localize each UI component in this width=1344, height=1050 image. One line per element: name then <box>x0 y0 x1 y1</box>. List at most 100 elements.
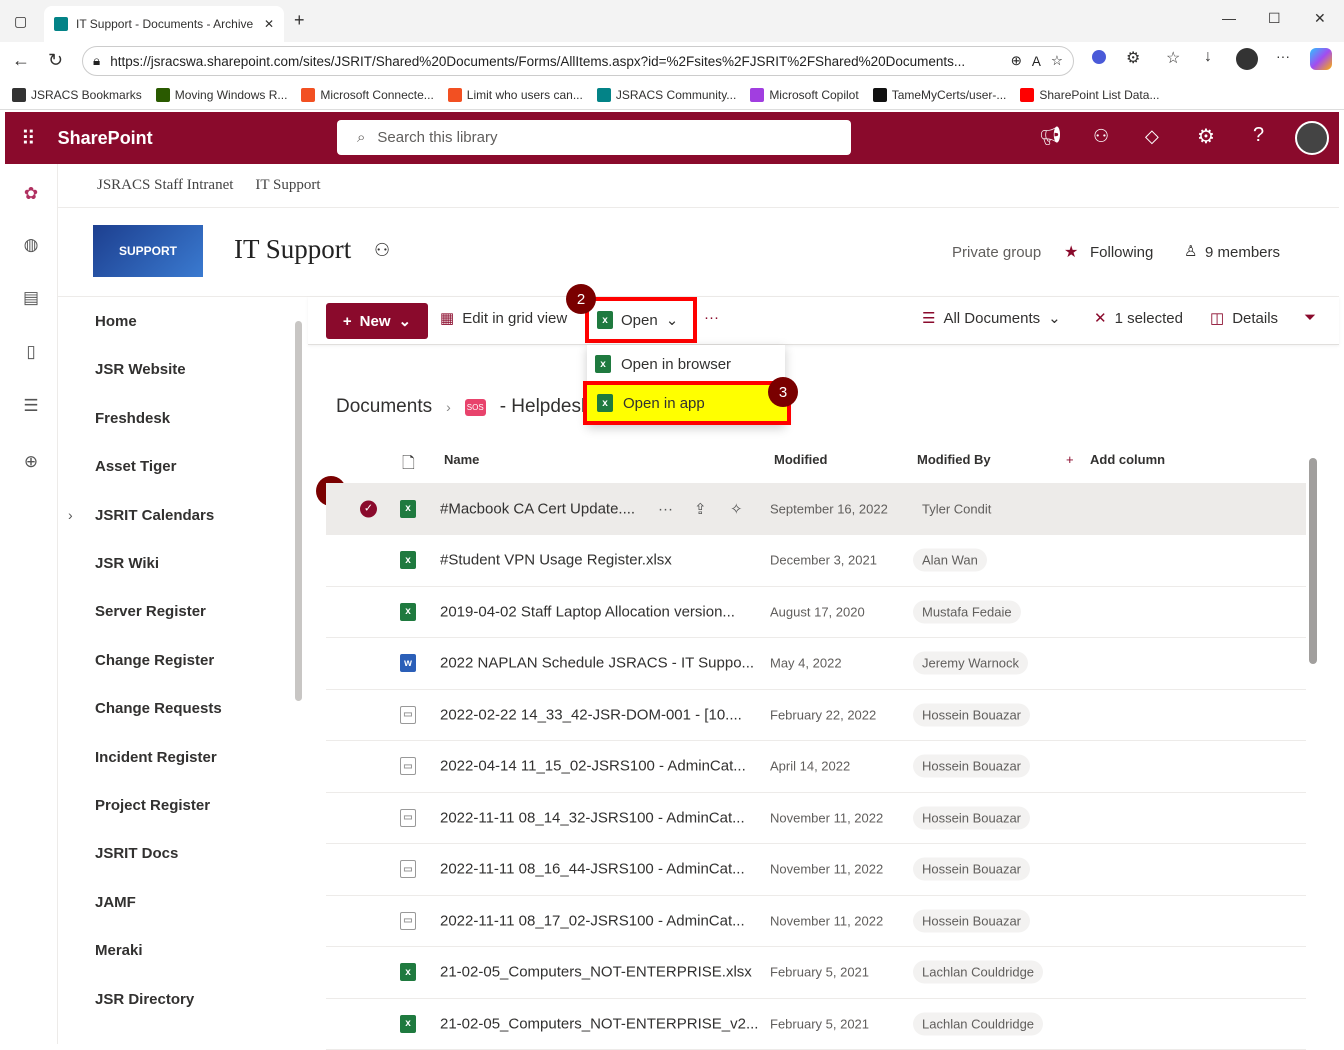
favorite-star-icon[interactable]: ☆ <box>1051 53 1063 69</box>
menu-open-in-browser[interactable]: x Open in browser <box>595 355 731 373</box>
nav-item[interactable]: JAMF <box>95 894 136 911</box>
file-row[interactable]: ▭ 2022-11-11 08_14_32-JSRS100 - AdminCat… <box>326 792 1306 844</box>
file-name[interactable]: 2022 NAPLAN Schedule JSRACS - IT Suppo..… <box>440 655 754 672</box>
modified-by[interactable]: Lachlan Couldridge <box>913 1012 1044 1035</box>
bookmark-item[interactable]: JSRACS Community... <box>596 87 736 102</box>
file-name[interactable]: 2022-04-14 11_15_02-JSRS100 - AdminCat..… <box>440 758 746 775</box>
file-name[interactable]: 21-02-05_Computers_NOT-ENTERPRISE.xlsx <box>440 964 752 981</box>
nav-item[interactable]: Change Requests <box>95 700 222 717</box>
nav-item[interactable]: JSRIT Docs <box>95 845 178 862</box>
zoom-icon[interactable]: ⊕ <box>1011 53 1022 69</box>
column-modified[interactable]: Modified <box>774 452 827 467</box>
modified-by[interactable]: Hossein Bouazar <box>913 857 1030 881</box>
sidebar-toggle-icon[interactable]: ▢ <box>14 13 27 30</box>
lists-icon[interactable]: ☰ <box>21 396 41 416</box>
bookmark-item[interactable]: Microsoft Copilot <box>750 87 859 102</box>
file-name[interactable]: 21-02-05_Computers_NOT-ENTERPRISE_v2... <box>440 1015 758 1032</box>
profile-avatar[interactable] <box>1236 48 1258 70</box>
site-logo[interactable]: SUPPORT <box>93 225 203 277</box>
nav-item[interactable]: Meraki <box>95 942 143 959</box>
bookmark-item[interactable]: Microsoft Connecte... <box>301 87 434 102</box>
create-icon[interactable]: ⊕ <box>21 452 41 472</box>
back-icon[interactable]: ← <box>12 50 30 71</box>
nav-item[interactable]: Asset Tiger <box>95 458 176 475</box>
app-launcher-icon[interactable]: ⠿ <box>21 126 36 151</box>
add-column-button[interactable]: Add column <box>1090 452 1165 467</box>
file-name[interactable]: #Macbook CA Cert Update.... <box>440 500 635 517</box>
settings-icon[interactable]: ⚙ <box>1197 124 1215 149</box>
nav-item[interactable]: Change Register <box>95 652 214 669</box>
file-icon[interactable]: ▯ <box>21 342 41 362</box>
bookmark-item[interactable]: JSRACS Bookmarks <box>12 87 142 102</box>
star-icon[interactable]: ★ <box>1064 242 1078 262</box>
file-name[interactable]: 2022-02-22 14_33_42-JSR-DOM-001 - [10...… <box>440 706 742 723</box>
edit-grid-button[interactable]: ▦ Edit in grid view <box>440 309 567 328</box>
modified-by[interactable]: Alan Wan <box>913 548 987 572</box>
bookmark-item[interactable]: Moving Windows R... <box>155 87 287 102</box>
crumb-documents[interactable]: Documents <box>336 396 432 418</box>
new-button[interactable]: + New ⌄ <box>326 303 428 339</box>
more-icon[interactable]: ··· <box>1276 48 1290 64</box>
extensions-icon[interactable]: ⚙ <box>1126 48 1140 68</box>
search-box[interactable]: ⌕ Search this library <box>337 120 851 155</box>
checkmark-icon[interactable]: ✓ <box>360 500 377 517</box>
close-window-icon[interactable]: ✕ <box>1314 10 1326 27</box>
nav-item[interactable]: Server Register <box>95 603 206 620</box>
file-row[interactable]: ✓ x #Macbook CA Cert Update.... ··· ⇪ ✧ Septe… <box>326 483 1306 535</box>
file-row[interactable]: x 21-02-05_Computers_NOT-ENTERPRISE_v2..… <box>326 998 1306 1050</box>
teams-icon[interactable]: ⚇ <box>374 240 390 261</box>
url-field[interactable]: 🔒︎ https://jsracswa.sharepoint.com/sites… <box>82 46 1074 76</box>
read-aloud-icon[interactable]: A <box>1032 54 1041 69</box>
menu-open-in-app[interactable]: x Open in app <box>583 381 791 425</box>
crumb-it-support[interactable]: IT Support <box>255 177 320 194</box>
bookmark-item[interactable]: TameMyCerts/user-... <box>872 87 1006 102</box>
nav-item[interactable]: JSR Wiki <box>95 555 159 572</box>
crumb-folder[interactable]: - Helpdesk <box>500 396 591 418</box>
file-name[interactable]: 2022-11-11 08_14_32-JSRS100 - AdminCat..… <box>440 809 745 826</box>
favorites-icon[interactable]: ☆ <box>1166 48 1180 68</box>
modified-by[interactable]: Hossein Bouazar <box>913 754 1030 778</box>
app-name[interactable]: SharePoint <box>58 128 153 149</box>
crumb-intranet[interactable]: JSRACS Staff Intranet <box>97 177 233 194</box>
nav-item[interactable]: Project Register <box>95 797 210 814</box>
extension-icon[interactable] <box>1092 50 1106 64</box>
maximize-icon[interactable]: ☐ <box>1268 10 1281 27</box>
megaphone-icon[interactable]: 📢︎ <box>1039 126 1062 147</box>
site-icon[interactable]: ✿ <box>21 184 41 204</box>
search-input[interactable]: Search this library <box>377 129 497 146</box>
file-name[interactable]: 2022-11-11 08_17_02-JSRS100 - AdminCat..… <box>440 912 745 929</box>
file-row[interactable]: ▭ 2022-02-22 14_33_42-JSR-DOM-001 - [10.… <box>326 689 1306 741</box>
expand-chevron-icon[interactable]: › <box>68 507 73 523</box>
modified-by[interactable]: Jeremy Warnock <box>913 651 1029 675</box>
following-button[interactable]: Following <box>1090 244 1153 261</box>
nav-item[interactable]: JSRIT Calendars <box>95 507 214 524</box>
nav-item[interactable]: Freshdesk <box>95 410 170 427</box>
file-row[interactable]: x 2019-04-02 Staff Laptop Allocation ver… <box>326 586 1306 638</box>
column-name[interactable]: Name <box>444 452 479 467</box>
file-name[interactable]: 2022-11-11 08_16_44-JSRS100 - AdminCat..… <box>440 861 745 878</box>
nav-item[interactable]: JSR Directory <box>95 991 194 1008</box>
members-button[interactable]: 9 members <box>1205 244 1280 261</box>
file-name[interactable]: #Student VPN Usage Register.xlsx <box>440 552 672 569</box>
user-avatar[interactable] <box>1295 121 1329 155</box>
modified-by[interactable]: Hossein Bouazar <box>913 703 1030 726</box>
column-modified-by[interactable]: Modified By <box>917 452 991 467</box>
file-name[interactable]: 2019-04-02 Staff Laptop Allocation versi… <box>440 603 735 620</box>
file-row[interactable]: ▭ 2022-11-11 08_17_02-JSRS100 - AdminCat… <box>326 895 1306 947</box>
bookmark-item[interactable]: Limit who users can... <box>447 87 583 102</box>
close-tab-icon[interactable]: ✕ <box>264 17 274 31</box>
details-button[interactable]: ◫ Details <box>1210 309 1278 328</box>
modified-by[interactable]: Lachlan Couldridge <box>913 960 1044 984</box>
code-icon[interactable]: ◇ <box>1145 126 1159 147</box>
download-icon[interactable]: ↓ <box>1204 48 1212 66</box>
open-button[interactable]: x Open ⌄ <box>585 297 697 343</box>
clear-selection-button[interactable]: ✕ 1 selected <box>1094 309 1183 328</box>
file-row[interactable]: x 21-02-05_Computers_NOT-ENTERPRISE.xlsx… <box>326 947 1306 999</box>
share-icon[interactable]: ⇪ <box>694 500 707 518</box>
copilot-icon[interactable] <box>1310 48 1332 70</box>
globe-icon[interactable]: ◍ <box>21 235 41 255</box>
url-text[interactable]: https://jsracswa.sharepoint.com/sites/JS… <box>110 54 1000 69</box>
copilot-sparkle-icon[interactable]: ✧ <box>730 500 743 518</box>
refresh-icon[interactable]: ↻ <box>48 50 63 71</box>
modified-by[interactable]: Tyler Condit <box>922 501 991 516</box>
